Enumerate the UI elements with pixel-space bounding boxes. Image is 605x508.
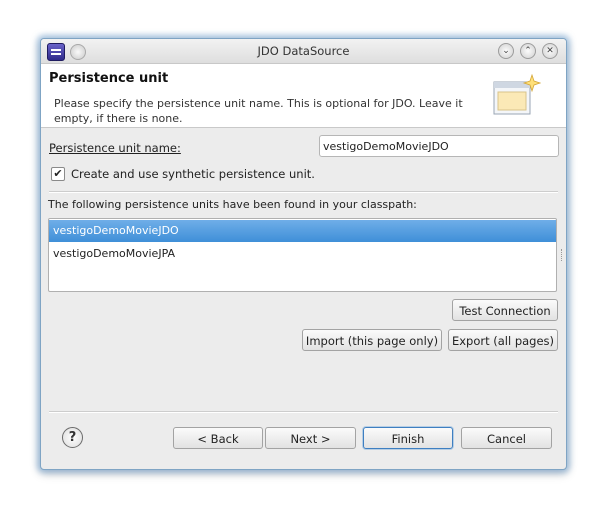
cancel-button[interactable]: Cancel [461, 427, 552, 449]
wizard-banner-icon [493, 74, 541, 115]
maximize-button[interactable]: ⌃ [520, 43, 536, 59]
wizard-banner: Persistence unit Please specify the pers… [41, 64, 566, 128]
page-description: Please specify the persistence unit name… [54, 97, 463, 125]
units-list-caption: The following persistence units have bee… [48, 198, 417, 211]
finish-button[interactable]: Finish [363, 427, 453, 449]
synthetic-unit-checkbox[interactable]: ✔ [51, 167, 65, 181]
help-icon[interactable]: ? [62, 427, 83, 448]
title-bar[interactable]: JDO DataSource ⌄ ⌃ ✕ [41, 39, 566, 64]
list-item-selected[interactable]: vestigoDemoMovieJDO [49, 220, 556, 242]
export-button[interactable]: Export (all pages) [448, 329, 558, 351]
minimize-button[interactable]: ⌄ [498, 43, 514, 59]
persistence-unit-name-input[interactable] [319, 135, 559, 157]
persistence-units-list[interactable]: vestigoDemoMovieJDO vestigoDemoMovieJPA [48, 218, 557, 292]
page-title: Persistence unit [49, 71, 169, 86]
persistence-unit-name-label: Persistence unit name: [49, 141, 181, 155]
back-button[interactable]: < Back [173, 427, 263, 449]
separator [49, 411, 558, 413]
import-button[interactable]: Import (this page only) [302, 329, 442, 351]
jdo-datasource-dialog: JDO DataSource ⌄ ⌃ ✕ Persistence unit Pl… [40, 38, 567, 470]
synthetic-unit-checkbox-label[interactable]: Create and use synthetic persistence uni… [71, 167, 315, 181]
next-button[interactable]: Next > [265, 427, 356, 449]
close-button[interactable]: ✕ [542, 43, 558, 59]
window-title: JDO DataSource [257, 44, 350, 58]
separator [49, 191, 558, 193]
resize-handle[interactable] [561, 249, 564, 261]
test-connection-button[interactable]: Test Connection [452, 299, 558, 321]
list-item[interactable]: vestigoDemoMovieJPA [49, 243, 556, 265]
